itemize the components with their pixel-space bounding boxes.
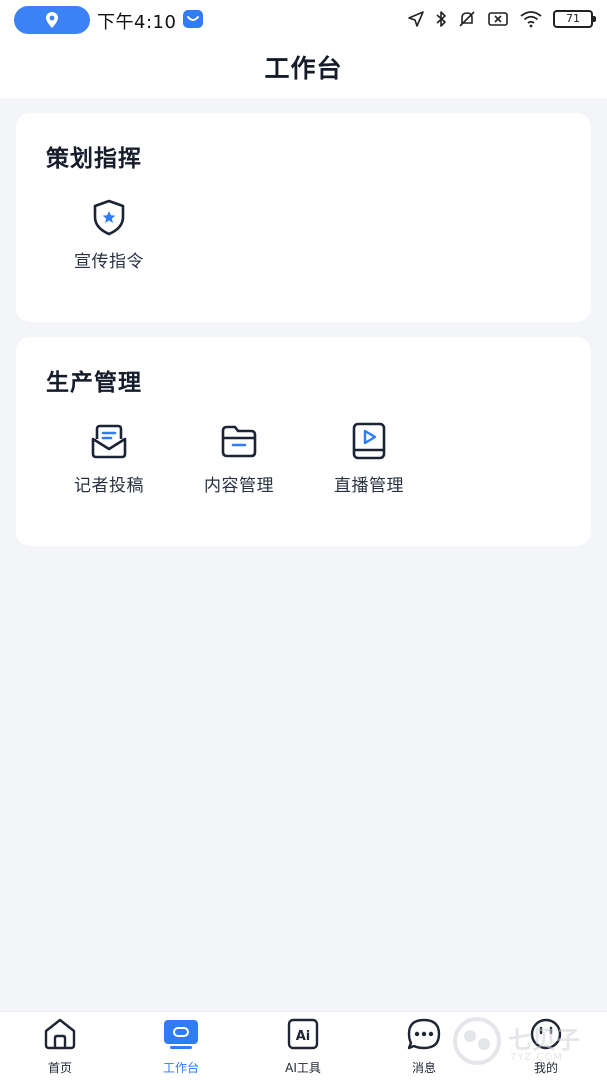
svg-text:Ai: Ai [296,1029,311,1044]
navigation-arrow-icon [408,11,424,27]
tab-label: 我的 [533,1061,558,1075]
tablet-play-icon [352,422,386,460]
tab-messages[interactable]: 消息 [374,1017,474,1076]
tile-label: 直播管理 [334,476,404,496]
tile-label: 记者投稿 [74,476,144,496]
profile-icon [530,1018,562,1050]
folder-icon [221,425,257,458]
tab-ai-tools[interactable]: Ai AI工具 [253,1017,353,1076]
location-pill[interactable] [14,6,90,34]
status-icons: 71 [407,8,596,30]
page-title: 工作台 [264,54,343,83]
tile-publicity-order[interactable]: 宣传指令 [44,197,174,272]
wifi-icon [520,11,542,28]
section-title: 生产管理 [46,370,142,396]
tile-live-management[interactable]: 直播管理 [304,421,434,496]
status-time: 下午4:10 [97,12,177,33]
tile-label: 宣传指令 [74,252,144,272]
battery-icon: 71 [553,10,596,28]
tile-label: 内容管理 [204,476,274,496]
tile-reporter-submission[interactable]: 记者投稿 [44,421,174,496]
tab-label: 工作台 [162,1061,199,1075]
tab-profile[interactable]: 我的 [496,1017,596,1076]
tab-workbench[interactable]: 工作台 [131,1017,231,1076]
section-card-planning: 策划指挥 宣传指令 [16,113,591,322]
tab-home[interactable]: 首页 [10,1017,110,1076]
workbench-icon [164,1020,198,1049]
mute-bell-icon [459,11,475,27]
home-icon [44,1018,76,1050]
message-icon [407,1018,441,1050]
status-bar: 下午4:10 71 [0,0,607,40]
shield-star-icon [93,199,125,236]
tile-content-management[interactable]: 内容管理 [174,421,304,496]
inbox-mail-icon [91,424,127,459]
bottom-tab-bar: 首页 工作台 Ai AI工具 消息 我的 [0,1011,607,1080]
location-pin-icon [46,12,58,28]
page-header: 工作台 [0,40,607,98]
app-notification-icon [183,10,203,28]
bluetooth-icon [436,11,446,27]
ai-tool-icon: Ai [287,1018,319,1050]
section-card-production: 生产管理 记者投稿 内容管理 直播管理 [16,337,591,546]
tab-label: 首页 [47,1061,72,1075]
tab-label: 消息 [411,1061,436,1075]
section-title: 策划指挥 [46,146,142,172]
sim-off-icon [488,12,508,26]
tab-label: AI工具 [285,1061,321,1075]
